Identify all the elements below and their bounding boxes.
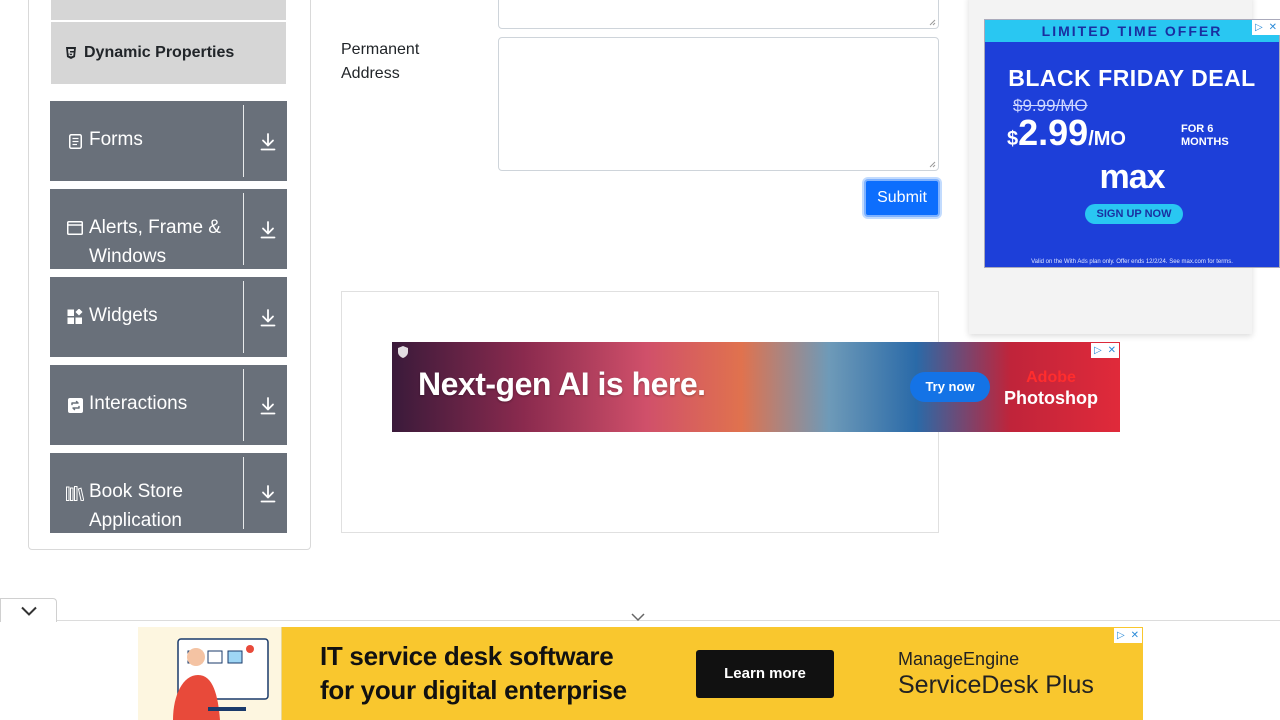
max-logo: max bbox=[1099, 158, 1165, 196]
ad-headline: Next-gen AI is here. bbox=[418, 366, 706, 402]
sidebar-group-label: Book Store Application bbox=[89, 481, 183, 531]
servicedesk-plus-logo: ServiceDesk Plus bbox=[898, 671, 1094, 699]
chevron-down-icon[interactable] bbox=[630, 612, 646, 622]
servicedesk-ad-banner[interactable]: IT service desk software for your digita… bbox=[138, 627, 1143, 720]
ad-period: FOR 6 MONTHS bbox=[1181, 123, 1229, 148]
sidebar-group-interactions[interactable]: Interactions bbox=[50, 365, 287, 445]
chevron-down-icon bbox=[20, 606, 37, 616]
sidebar-item-label: Dynamic Properties bbox=[84, 44, 235, 61]
books-icon bbox=[66, 484, 84, 502]
sidebar-group-label: Widgets bbox=[89, 305, 158, 326]
sidebar-group-label: Alerts, Frame & Windows bbox=[89, 217, 221, 267]
download-arrow-icon[interactable] bbox=[258, 484, 278, 504]
html5-icon bbox=[65, 47, 77, 59]
ad-line-1: IT service desk software bbox=[320, 641, 614, 671]
ad-new-price: $2.99/MO bbox=[1007, 112, 1126, 153]
download-arrow-icon[interactable] bbox=[258, 132, 278, 152]
submit-button[interactable]: Submit bbox=[864, 179, 940, 217]
sidebar-subitem-partial[interactable] bbox=[51, 0, 286, 20]
photoshop-ad-banner[interactable]: Next-gen AI is here. Try now Adobe Photo… bbox=[392, 342, 1120, 432]
ad-choices-icon[interactable]: ▷ ✕ bbox=[1252, 20, 1280, 35]
window-icon bbox=[66, 219, 84, 237]
document-icon bbox=[66, 132, 84, 150]
download-arrow-icon[interactable] bbox=[258, 396, 278, 416]
download-arrow-icon[interactable] bbox=[258, 308, 278, 328]
current-address-textarea[interactable] bbox=[498, 0, 939, 29]
ad-choices-icon[interactable]: ▷ ✕ bbox=[1091, 343, 1119, 358]
ad-line-2: for your digital enterprise bbox=[320, 675, 627, 705]
ad-close-icon[interactable]: ✕ bbox=[1131, 630, 1139, 641]
sidebar-group-book-store[interactable]: Book Store Application bbox=[50, 453, 287, 533]
ad-strip: LIMITED TIME OFFER bbox=[985, 20, 1279, 42]
ad-signup-button[interactable]: SIGN UP NOW bbox=[1085, 204, 1183, 224]
learn-more-button[interactable]: Learn more bbox=[696, 650, 834, 698]
permanent-address-label: Permanent Address bbox=[341, 41, 420, 82]
manageengine-logo: ManageEngine bbox=[898, 649, 1020, 669]
shield-icon bbox=[398, 346, 408, 358]
sidebar-group-label: Interactions bbox=[89, 393, 188, 414]
sidebar-item-dynamic-properties[interactable]: Dynamic Properties bbox=[51, 22, 286, 84]
sidebar-group-alerts[interactable]: Alerts, Frame & Windows bbox=[50, 189, 287, 269]
ad-close-icon[interactable]: ✕ bbox=[1108, 345, 1116, 356]
permanent-address-textarea[interactable] bbox=[498, 37, 939, 171]
sidebar-group-widgets[interactable]: Widgets bbox=[50, 277, 287, 357]
ad-info-icon[interactable]: ▷ bbox=[1094, 345, 1102, 356]
sidebar-group-label: Forms bbox=[89, 129, 143, 150]
ad-illustration bbox=[138, 627, 282, 720]
download-arrow-icon[interactable] bbox=[258, 220, 278, 240]
adobe-logo: Adobe Photoshop bbox=[1004, 369, 1098, 408]
ad-fine-print: Valid on the With Ads plan only. Offer e… bbox=[1031, 259, 1233, 265]
ad-close-icon[interactable]: ✕ bbox=[1269, 22, 1277, 33]
interactions-icon bbox=[66, 396, 84, 414]
collapse-ad-button[interactable] bbox=[0, 598, 57, 622]
sidebar-group-forms[interactable]: Forms bbox=[50, 101, 287, 181]
ad-choices-icon[interactable]: ▷ ✕ bbox=[1114, 628, 1142, 643]
try-now-button[interactable]: Try now bbox=[910, 372, 990, 402]
ad-info-icon[interactable]: ▷ bbox=[1117, 630, 1125, 641]
ad-headline: BLACK FRIDAY DEAL bbox=[1008, 65, 1256, 91]
ad-info-icon[interactable]: ▷ bbox=[1255, 22, 1263, 33]
widgets-icon bbox=[66, 308, 84, 326]
max-ad-banner[interactable]: LIMITED TIME OFFER BLACK FRIDAY DEAL $9.… bbox=[984, 19, 1280, 268]
